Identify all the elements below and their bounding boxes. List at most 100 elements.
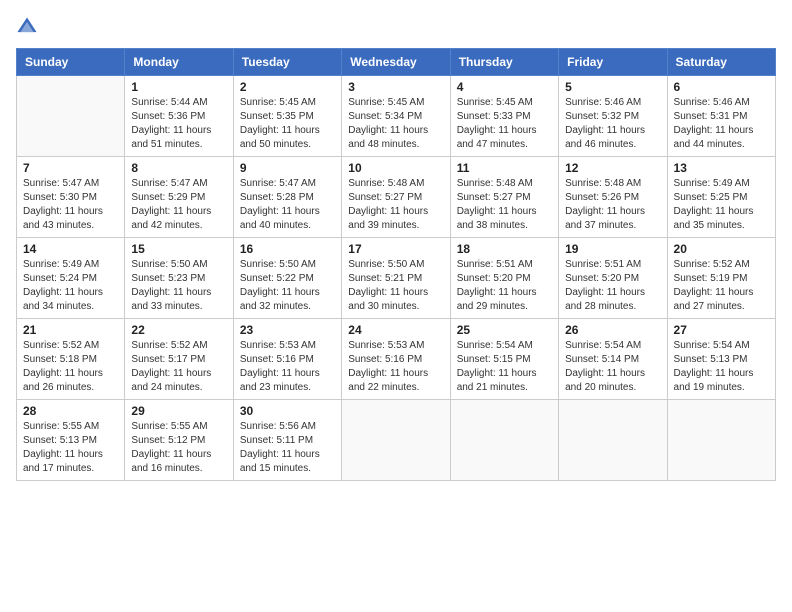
calendar-week-row: 28 Sunrise: 5:55 AMSunset: 5:13 PMDayligh… xyxy=(17,400,776,481)
calendar-cell: 5 Sunrise: 5:46 AMSunset: 5:32 PMDaylight… xyxy=(559,76,667,157)
weekday-header: Thursday xyxy=(450,49,558,76)
day-info: Sunrise: 5:50 AMSunset: 5:21 PMDaylight:… xyxy=(348,258,443,314)
day-info: Sunrise: 5:50 AMSunset: 5:23 PMDaylight:… xyxy=(131,258,226,314)
day-number: 8 xyxy=(131,161,226,175)
weekday-header: Monday xyxy=(125,49,233,76)
day-number: 19 xyxy=(565,242,660,256)
day-number: 25 xyxy=(457,323,552,337)
day-info: Sunrise: 5:47 AMSunset: 5:29 PMDaylight:… xyxy=(131,177,226,233)
calendar-cell xyxy=(450,400,558,481)
day-info: Sunrise: 5:48 AMSunset: 5:27 PMDaylight:… xyxy=(348,177,443,233)
day-number: 10 xyxy=(348,161,443,175)
calendar-cell: 14 Sunrise: 5:49 AMSunset: 5:24 PMDayligh… xyxy=(17,238,125,319)
day-number: 13 xyxy=(674,161,769,175)
day-number: 20 xyxy=(674,242,769,256)
calendar-cell: 8 Sunrise: 5:47 AMSunset: 5:29 PMDaylight… xyxy=(125,157,233,238)
calendar-table: SundayMondayTuesdayWednesdayThursdayFrid… xyxy=(16,48,776,481)
calendar-cell: 10 Sunrise: 5:48 AMSunset: 5:27 PMDayligh… xyxy=(342,157,450,238)
weekday-header: Saturday xyxy=(667,49,775,76)
day-number: 24 xyxy=(348,323,443,337)
calendar-cell: 29 Sunrise: 5:55 AMSunset: 5:12 PMDayligh… xyxy=(125,400,233,481)
weekday-header: Wednesday xyxy=(342,49,450,76)
calendar-cell: 4Sunrise: 5:45 AMSunset: 5:33 PMDaylight… xyxy=(450,76,558,157)
calendar-cell: 1 Sunrise: 5:44 AMSunset: 5:36 PMDaylight… xyxy=(125,76,233,157)
calendar-cell: 13 Sunrise: 5:49 AMSunset: 5:25 PMDayligh… xyxy=(667,157,775,238)
day-info: Sunrise: 5:44 AMSunset: 5:36 PMDaylight:… xyxy=(131,96,226,152)
calendar-cell: 15 Sunrise: 5:50 AMSunset: 5:23 PMDayligh… xyxy=(125,238,233,319)
day-info: Sunrise: 5:45 AMSunset: 5:33 PMDaylight:… xyxy=(457,96,552,152)
calendar-cell: 28 Sunrise: 5:55 AMSunset: 5:13 PMDayligh… xyxy=(17,400,125,481)
calendar-cell: 22 Sunrise: 5:52 AMSunset: 5:17 PMDayligh… xyxy=(125,319,233,400)
calendar-cell: 17 Sunrise: 5:50 AMSunset: 5:21 PMDayligh… xyxy=(342,238,450,319)
day-info: Sunrise: 5:53 AMSunset: 5:16 PMDaylight:… xyxy=(240,339,335,395)
day-number: 9 xyxy=(240,161,335,175)
day-number: 15 xyxy=(131,242,226,256)
calendar-cell: 19 Sunrise: 5:51 AMSunset: 5:20 PMDayligh… xyxy=(559,238,667,319)
day-number: 28 xyxy=(23,404,118,418)
day-number: 12 xyxy=(565,161,660,175)
calendar-week-row: 14 Sunrise: 5:49 AMSunset: 5:24 PMDayligh… xyxy=(17,238,776,319)
calendar-cell: 2Sunrise: 5:45 AMSunset: 5:35 PMDaylight… xyxy=(233,76,341,157)
calendar-week-row: 7 Sunrise: 5:47 AMSunset: 5:30 PMDaylight… xyxy=(17,157,776,238)
calendar-cell: 27 Sunrise: 5:54 AMSunset: 5:13 PMDayligh… xyxy=(667,319,775,400)
calendar-cell: 3Sunrise: 5:45 AMSunset: 5:34 PMDaylight… xyxy=(342,76,450,157)
weekday-header: Friday xyxy=(559,49,667,76)
calendar-cell: 23Sunrise: 5:53 AMSunset: 5:16 PMDayligh… xyxy=(233,319,341,400)
weekday-header: Sunday xyxy=(17,49,125,76)
calendar-cell xyxy=(559,400,667,481)
day-info: Sunrise: 5:51 AMSunset: 5:20 PMDaylight:… xyxy=(457,258,552,314)
day-number: 17 xyxy=(348,242,443,256)
calendar-cell: 18Sunrise: 5:51 AMSunset: 5:20 PMDayligh… xyxy=(450,238,558,319)
calendar-cell xyxy=(667,400,775,481)
day-info: Sunrise: 5:47 AMSunset: 5:28 PMDaylight:… xyxy=(240,177,335,233)
calendar-week-row: 21 Sunrise: 5:52 AMSunset: 5:18 PMDayligh… xyxy=(17,319,776,400)
logo xyxy=(16,16,40,38)
logo-icon xyxy=(16,16,38,38)
day-info: Sunrise: 5:49 AMSunset: 5:24 PMDaylight:… xyxy=(23,258,118,314)
calendar-cell: 11Sunrise: 5:48 AMSunset: 5:27 PMDayligh… xyxy=(450,157,558,238)
calendar-cell: 25 Sunrise: 5:54 AMSunset: 5:15 PMDayligh… xyxy=(450,319,558,400)
calendar-cell: 6Sunrise: 5:46 AMSunset: 5:31 PMDaylight… xyxy=(667,76,775,157)
day-number: 30 xyxy=(240,404,335,418)
day-number: 22 xyxy=(131,323,226,337)
calendar-cell: 12 Sunrise: 5:48 AMSunset: 5:26 PMDayligh… xyxy=(559,157,667,238)
day-info: Sunrise: 5:48 AMSunset: 5:27 PMDaylight:… xyxy=(457,177,552,233)
day-info: Sunrise: 5:55 AMSunset: 5:13 PMDaylight:… xyxy=(23,420,118,476)
calendar-cell: 30 Sunrise: 5:56 AMSunset: 5:11 PMDayligh… xyxy=(233,400,341,481)
weekday-header: Tuesday xyxy=(233,49,341,76)
day-number: 29 xyxy=(131,404,226,418)
day-info: Sunrise: 5:45 AMSunset: 5:34 PMDaylight:… xyxy=(348,96,443,152)
day-info: Sunrise: 5:52 AMSunset: 5:18 PMDaylight:… xyxy=(23,339,118,395)
day-number: 1 xyxy=(131,80,226,94)
day-number: 27 xyxy=(674,323,769,337)
day-info: Sunrise: 5:53 AMSunset: 5:16 PMDaylight:… xyxy=(348,339,443,395)
day-number: 6 xyxy=(674,80,769,94)
calendar-cell: 21 Sunrise: 5:52 AMSunset: 5:18 PMDayligh… xyxy=(17,319,125,400)
day-info: Sunrise: 5:51 AMSunset: 5:20 PMDaylight:… xyxy=(565,258,660,314)
day-number: 14 xyxy=(23,242,118,256)
calendar-cell: 24 Sunrise: 5:53 AMSunset: 5:16 PMDayligh… xyxy=(342,319,450,400)
weekday-header-row: SundayMondayTuesdayWednesdayThursdayFrid… xyxy=(17,49,776,76)
day-number: 7 xyxy=(23,161,118,175)
page-header xyxy=(16,16,776,38)
calendar-week-row: 1 Sunrise: 5:44 AMSunset: 5:36 PMDaylight… xyxy=(17,76,776,157)
calendar-cell: 7 Sunrise: 5:47 AMSunset: 5:30 PMDaylight… xyxy=(17,157,125,238)
calendar-cell: 16 Sunrise: 5:50 AMSunset: 5:22 PMDayligh… xyxy=(233,238,341,319)
day-info: Sunrise: 5:50 AMSunset: 5:22 PMDaylight:… xyxy=(240,258,335,314)
day-number: 21 xyxy=(23,323,118,337)
day-info: Sunrise: 5:55 AMSunset: 5:12 PMDaylight:… xyxy=(131,420,226,476)
day-number: 16 xyxy=(240,242,335,256)
day-info: Sunrise: 5:54 AMSunset: 5:13 PMDaylight:… xyxy=(674,339,769,395)
day-info: Sunrise: 5:47 AMSunset: 5:30 PMDaylight:… xyxy=(23,177,118,233)
day-info: Sunrise: 5:52 AMSunset: 5:17 PMDaylight:… xyxy=(131,339,226,395)
day-number: 2 xyxy=(240,80,335,94)
day-info: Sunrise: 5:49 AMSunset: 5:25 PMDaylight:… xyxy=(674,177,769,233)
calendar-cell: 26Sunrise: 5:54 AMSunset: 5:14 PMDayligh… xyxy=(559,319,667,400)
day-number: 5 xyxy=(565,80,660,94)
day-info: Sunrise: 5:52 AMSunset: 5:19 PMDaylight:… xyxy=(674,258,769,314)
day-info: Sunrise: 5:46 AMSunset: 5:32 PMDaylight:… xyxy=(565,96,660,152)
day-info: Sunrise: 5:56 AMSunset: 5:11 PMDaylight:… xyxy=(240,420,335,476)
day-info: Sunrise: 5:48 AMSunset: 5:26 PMDaylight:… xyxy=(565,177,660,233)
day-info: Sunrise: 5:54 AMSunset: 5:14 PMDaylight:… xyxy=(565,339,660,395)
day-info: Sunrise: 5:54 AMSunset: 5:15 PMDaylight:… xyxy=(457,339,552,395)
